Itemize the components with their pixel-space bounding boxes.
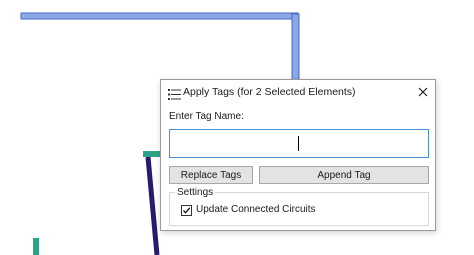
- settings-legend: Settings: [175, 187, 216, 198]
- update-connected-circuits-label[interactable]: Update Connected Circuits: [196, 204, 316, 215]
- replace-tags-button[interactable]: Replace Tags: [169, 166, 253, 184]
- dialog-title: Apply Tags (for 2 Selected Elements): [183, 86, 356, 98]
- tag-name-input[interactable]: [169, 129, 429, 158]
- teal-element[interactable]: [143, 151, 161, 157]
- update-connected-circuits-checkbox[interactable]: [181, 205, 192, 216]
- teal-bar-small[interactable]: [33, 238, 39, 255]
- text-caret: [298, 136, 299, 151]
- list-icon: [168, 87, 181, 100]
- blue-pipe-horizontal[interactable]: [20, 12, 299, 20]
- settings-group: Settings Update Connected Circuits: [169, 187, 429, 226]
- close-button[interactable]: [411, 80, 435, 104]
- close-icon: [418, 87, 428, 97]
- purple-line[interactable]: [145, 156, 160, 255]
- tag-name-label: Enter Tag Name:: [169, 111, 244, 122]
- append-tag-button[interactable]: Append Tag: [259, 166, 429, 184]
- checkmark-icon: [183, 207, 191, 214]
- apply-tags-dialog: Apply Tags (for 2 Selected Elements) Ent…: [160, 79, 436, 231]
- dialog-title-bar[interactable]: Apply Tags (for 2 Selected Elements): [161, 80, 435, 106]
- blue-pipe-vertical[interactable]: [291, 13, 300, 83]
